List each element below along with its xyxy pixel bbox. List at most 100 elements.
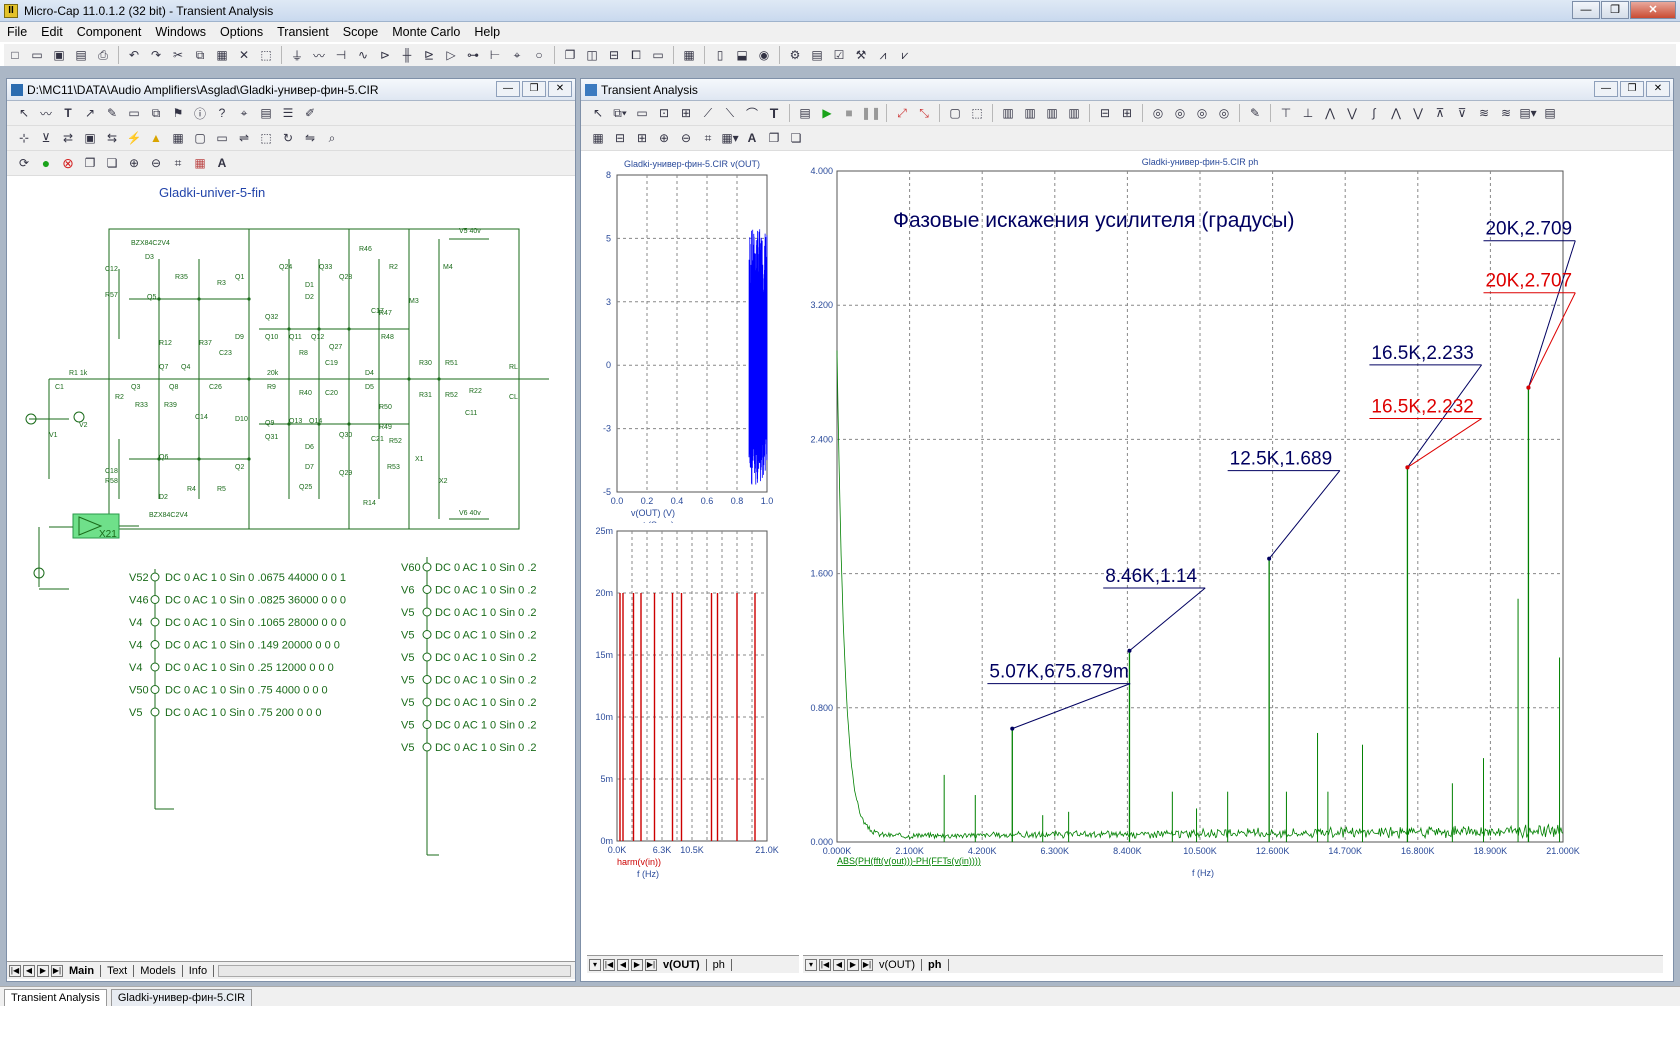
x21-block[interactable]: X21 — [49, 513, 139, 540]
capacitor-icon[interactable]: ⊣ — [332, 46, 350, 64]
wire-mode-icon[interactable]: 〰 — [37, 104, 55, 122]
menu-windows[interactable]: Windows — [148, 25, 213, 39]
find-low-icon[interactable]: ◎ — [1215, 104, 1233, 122]
color-icon[interactable]: ▦ — [191, 154, 209, 172]
task-transient-analysis[interactable]: Transient Analysis — [4, 989, 107, 1006]
zoom-in-icon[interactable]: ⊕ — [125, 154, 143, 172]
plot-next-icon[interactable]: ▶ — [847, 958, 859, 971]
switch-icon[interactable]: ⊶ — [464, 46, 482, 64]
menu-edit[interactable]: Edit — [34, 25, 70, 39]
tab-models[interactable]: Models — [134, 964, 183, 977]
pause-icon[interactable]: ❚❚ — [861, 104, 881, 122]
font-icon[interactable]: A — [213, 154, 231, 172]
zoom-box-icon[interactable]: ⊡ — [655, 104, 673, 122]
low-icon[interactable]: ⋁ — [1343, 104, 1361, 122]
find-high-icon[interactable]: ◎ — [1193, 104, 1211, 122]
schematic-close-button[interactable]: ✕ — [548, 81, 572, 97]
find-icon[interactable]: ⌕ — [323, 129, 341, 147]
menu-monte-carlo[interactable]: Monte Carlo — [385, 25, 467, 39]
check-icon[interactable]: ☑ — [830, 46, 848, 64]
save-icon[interactable]: ▣ — [50, 46, 68, 64]
schematic-canvas[interactable]: Gladki-univer-5-fin Q1Q2Q3 Q4Q5Q6 Q7Q8Q9… — [9, 179, 575, 899]
find-peak-icon[interactable]: ◎ — [1149, 104, 1167, 122]
select-mode-icon[interactable]: ↖ — [15, 104, 33, 122]
tab-info[interactable]: Info — [183, 964, 215, 977]
cursor-mode-icon[interactable]: ⤢ — [893, 104, 911, 122]
mid-tab-ph[interactable]: ph — [707, 958, 732, 971]
box-icon[interactable]: ⬚ — [257, 129, 275, 147]
package-icon[interactable]: ▤ — [808, 46, 826, 64]
pan-icon[interactable]: ⌗ — [699, 129, 717, 147]
top-icon[interactable]: ⊼ — [1431, 104, 1449, 122]
tokens-icon[interactable]: ⬚ — [968, 104, 986, 122]
slope-icon[interactable]: ⟍ — [721, 104, 739, 122]
warning-icon[interactable]: ▲ — [147, 129, 165, 147]
pin-icon[interactable]: ☰ — [279, 104, 297, 122]
transistor-icon[interactable]: ⊵ — [420, 46, 438, 64]
inflection-icon[interactable]: ∫ — [1365, 104, 1383, 122]
macro-dropdown-icon[interactable]: ⧉▾ — [611, 104, 629, 122]
inductor-icon[interactable]: ∿ — [354, 46, 372, 64]
tools-icon[interactable]: ⚒ — [852, 46, 870, 64]
new-icon[interactable]: □ — [6, 46, 24, 64]
global-high-icon[interactable]: ⋀ — [1387, 104, 1405, 122]
high-icon[interactable]: ⋀ — [1321, 104, 1339, 122]
limits-icon[interactable]: ▦ — [589, 129, 607, 147]
plot-zoom-in-icon[interactable]: ⊕ — [655, 129, 673, 147]
probe-mode-icon[interactable]: ⌖ — [235, 104, 253, 122]
resistor-icon[interactable]: 〰 — [310, 46, 328, 64]
mid-last-icon[interactable]: ▶| — [645, 958, 657, 971]
tile-vertical-icon[interactable]: ◫ — [583, 46, 601, 64]
scale-icon[interactable]: ▭ — [633, 104, 651, 122]
valley-icon[interactable]: ⊥ — [1299, 104, 1317, 122]
cut-icon[interactable]: ✂ — [169, 46, 187, 64]
flag-icon[interactable]: ⚑ — [169, 104, 187, 122]
power-icon[interactable]: ▣ — [81, 129, 99, 147]
stop-icon[interactable]: ⊗ — [59, 154, 77, 172]
plot-zoom-out-icon[interactable]: ⊖ — [677, 129, 695, 147]
paste-icon[interactable]: ▦ — [213, 46, 231, 64]
probe-icon[interactable]: ⌖ — [508, 46, 526, 64]
window-icon[interactable]: ▭ — [649, 46, 667, 64]
tab-dropdown-icon[interactable]: ▾ — [805, 958, 817, 971]
harmonics-plot[interactable]: 0.0K 6.3K 10.5K 21.0K 25m 20m 15m 10m 5m 0m harm(v… — [587, 523, 799, 881]
menu-options[interactable]: Options — [213, 25, 270, 39]
model-icon[interactable]: ⚙ — [786, 46, 804, 64]
mid-tab-vout[interactable]: v(OUT) — [657, 958, 707, 971]
voltages-icon[interactable]: ⊻ — [37, 129, 55, 147]
data-points-icon[interactable]: ▢ — [946, 104, 964, 122]
node-numbers-icon[interactable]: ⊹ — [15, 129, 33, 147]
chart-edit-icon[interactable]: ⩗ — [896, 46, 914, 64]
auto-scale-icon[interactable]: ⊟ — [611, 129, 629, 147]
mid-tab-dropdown-icon[interactable]: ▾ — [589, 958, 601, 971]
next-page-icon[interactable]: ▶ — [37, 964, 49, 977]
copy-graph-icon[interactable]: ❐ — [765, 129, 783, 147]
bottom-icon[interactable]: ⊽ — [1453, 104, 1471, 122]
rotate-icon[interactable]: ↻ — [279, 129, 297, 147]
close-button[interactable]: ✕ — [1630, 1, 1676, 19]
prev-page-icon[interactable]: ◀ — [23, 964, 35, 977]
node-icon[interactable]: ⊢ — [486, 46, 504, 64]
plot-tab-ph[interactable]: ph — [922, 958, 949, 971]
property-icon[interactable]: ✐ — [301, 104, 319, 122]
text-mode-icon[interactable]: T — [59, 104, 77, 122]
go-y-icon[interactable]: ≋ — [1497, 104, 1515, 122]
numeric-output-icon[interactable]: ▤ — [1541, 104, 1559, 122]
web-icon[interactable]: ◉ — [755, 46, 773, 64]
text-tool-icon[interactable]: T — [765, 104, 783, 122]
go-x-icon[interactable]: ≋ — [1475, 104, 1493, 122]
tangent-icon[interactable]: ⟋ — [699, 104, 717, 122]
tile-horizontal-icon[interactable]: ⊟ — [605, 46, 623, 64]
paste-page-icon[interactable]: ❏ — [103, 154, 121, 172]
zoom-fit-icon[interactable]: ⌗ — [169, 154, 187, 172]
analysis-minimize-button[interactable]: — — [1594, 81, 1618, 97]
delete-icon[interactable]: ✕ — [235, 46, 253, 64]
find-valley-icon[interactable]: ◎ — [1171, 104, 1189, 122]
tab-text[interactable]: Text — [101, 964, 135, 977]
grid-toggle-icon[interactable]: ▦▾ — [721, 129, 739, 147]
chart-icon[interactable]: ⩘ — [874, 46, 892, 64]
schematic-minimize-button[interactable]: — — [496, 81, 520, 97]
plot-font-icon[interactable]: A — [743, 129, 761, 147]
last-page-icon[interactable]: ▶| — [51, 964, 63, 977]
grid-text-icon[interactable]: ▤ — [257, 104, 275, 122]
